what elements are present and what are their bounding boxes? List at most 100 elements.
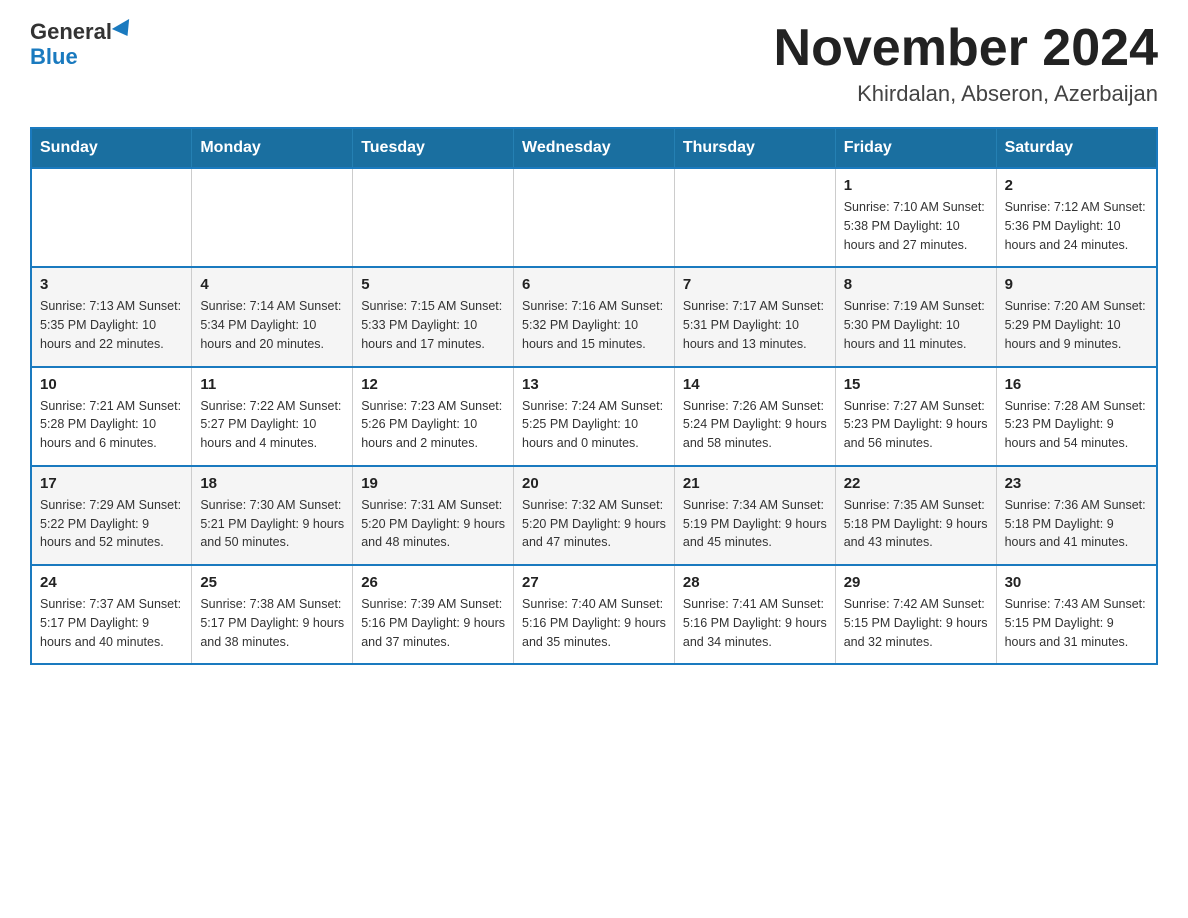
day-number: 11 [200,376,344,393]
calendar-cell: 25 Sunrise: 7:38 AM Sunset: 5:17 PM Dayli… [192,565,353,664]
calendar-cell: 12Sunrise: 7:23 AM Sunset: 5:26 PM Dayli… [353,367,514,466]
day-number: 21 [683,475,827,492]
week-row-5: 24 Sunrise: 7:37 AM Sunset: 5:17 PM Dayli… [31,565,1157,664]
calendar-cell: 28 Sunrise: 7:41 AM Sunset: 5:16 PM Dayli… [674,565,835,664]
day-number: 28 [683,574,827,591]
day-number: 15 [844,376,988,393]
day-info: Sunrise: 7:38 AM Sunset: 5:17 PM Dayligh… [200,595,344,651]
calendar-cell: 17 Sunrise: 7:29 AM Sunset: 5:22 PM Dayli… [31,466,192,565]
calendar-cell [31,168,192,267]
day-number: 22 [844,475,988,492]
day-info: Sunrise: 7:41 AM Sunset: 5:16 PM Dayligh… [683,595,827,651]
calendar-cell: 30Sunrise: 7:43 AM Sunset: 5:15 PM Dayli… [996,565,1157,664]
day-info: Sunrise: 7:26 AM Sunset: 5:24 PM Dayligh… [683,397,827,453]
calendar-cell: 19 Sunrise: 7:31 AM Sunset: 5:20 PM Dayli… [353,466,514,565]
subtitle: Khirdalan, Abseron, Azerbaijan [774,81,1158,107]
day-info: Sunrise: 7:34 AM Sunset: 5:19 PM Dayligh… [683,496,827,552]
day-info: Sunrise: 7:40 AM Sunset: 5:16 PM Dayligh… [522,595,666,651]
day-info: Sunrise: 7:31 AM Sunset: 5:20 PM Dayligh… [361,496,505,552]
header: General Blue November 2024 Khirdalan, Ab… [30,20,1158,107]
calendar-cell [192,168,353,267]
calendar-header: SundayMondayTuesdayWednesdayThursdayFrid… [31,128,1157,168]
calendar-cell: 3Sunrise: 7:13 AM Sunset: 5:35 PM Daylig… [31,267,192,366]
day-number: 29 [844,574,988,591]
logo-general: General [30,19,134,44]
header-day-tuesday: Tuesday [353,128,514,168]
day-number: 18 [200,475,344,492]
calendar-cell [353,168,514,267]
day-info: Sunrise: 7:35 AM Sunset: 5:18 PM Dayligh… [844,496,988,552]
calendar-cell: 5 Sunrise: 7:15 AM Sunset: 5:33 PM Daylig… [353,267,514,366]
day-number: 1 [844,177,988,194]
week-row-4: 17 Sunrise: 7:29 AM Sunset: 5:22 PM Dayli… [31,466,1157,565]
day-number: 17 [40,475,183,492]
day-info: Sunrise: 7:27 AM Sunset: 5:23 PM Dayligh… [844,397,988,453]
day-info: Sunrise: 7:16 AM Sunset: 5:32 PM Dayligh… [522,297,666,353]
day-info: Sunrise: 7:29 AM Sunset: 5:22 PM Dayligh… [40,496,183,552]
title-area: November 2024 Khirdalan, Abseron, Azerba… [774,20,1158,107]
calendar-cell: 22 Sunrise: 7:35 AM Sunset: 5:18 PM Dayli… [835,466,996,565]
day-number: 9 [1005,276,1148,293]
day-number: 5 [361,276,505,293]
logo-triangle-icon [112,19,136,41]
calendar-cell: 1Sunrise: 7:10 AM Sunset: 5:38 PM Daylig… [835,168,996,267]
header-day-sunday: Sunday [31,128,192,168]
day-number: 13 [522,376,666,393]
calendar-cell: 10Sunrise: 7:21 AM Sunset: 5:28 PM Dayli… [31,367,192,466]
calendar-cell: 26Sunrise: 7:39 AM Sunset: 5:16 PM Dayli… [353,565,514,664]
day-info: Sunrise: 7:32 AM Sunset: 5:20 PM Dayligh… [522,496,666,552]
calendar-cell: 4 Sunrise: 7:14 AM Sunset: 5:34 PM Daylig… [192,267,353,366]
calendar-cell: 13 Sunrise: 7:24 AM Sunset: 5:25 PM Dayli… [514,367,675,466]
day-number: 19 [361,475,505,492]
day-info: Sunrise: 7:17 AM Sunset: 5:31 PM Dayligh… [683,297,827,353]
header-day-monday: Monday [192,128,353,168]
day-info: Sunrise: 7:13 AM Sunset: 5:35 PM Dayligh… [40,297,183,353]
day-info: Sunrise: 7:14 AM Sunset: 5:34 PM Dayligh… [200,297,344,353]
header-day-saturday: Saturday [996,128,1157,168]
header-day-thursday: Thursday [674,128,835,168]
day-number: 25 [200,574,344,591]
day-info: Sunrise: 7:19 AM Sunset: 5:30 PM Dayligh… [844,297,988,353]
logo-area: General Blue [30,20,134,70]
header-day-wednesday: Wednesday [514,128,675,168]
day-info: Sunrise: 7:36 AM Sunset: 5:18 PM Dayligh… [1005,496,1148,552]
day-info: Sunrise: 7:37 AM Sunset: 5:17 PM Dayligh… [40,595,183,651]
logo: General [30,20,134,44]
calendar-cell: 7 Sunrise: 7:17 AM Sunset: 5:31 PM Daylig… [674,267,835,366]
calendar-cell: 16 Sunrise: 7:28 AM Sunset: 5:23 PM Dayli… [996,367,1157,466]
calendar-cell: 9 Sunrise: 7:20 AM Sunset: 5:29 PM Daylig… [996,267,1157,366]
day-number: 20 [522,475,666,492]
day-number: 7 [683,276,827,293]
week-row-1: 1Sunrise: 7:10 AM Sunset: 5:38 PM Daylig… [31,168,1157,267]
day-number: 2 [1005,177,1148,194]
calendar-body: 1Sunrise: 7:10 AM Sunset: 5:38 PM Daylig… [31,168,1157,664]
calendar-cell: 29Sunrise: 7:42 AM Sunset: 5:15 PM Dayli… [835,565,996,664]
day-number: 26 [361,574,505,591]
calendar-cell: 21 Sunrise: 7:34 AM Sunset: 5:19 PM Dayli… [674,466,835,565]
day-info: Sunrise: 7:15 AM Sunset: 5:33 PM Dayligh… [361,297,505,353]
calendar-cell: 27 Sunrise: 7:40 AM Sunset: 5:16 PM Dayli… [514,565,675,664]
calendar-cell: 14 Sunrise: 7:26 AM Sunset: 5:24 PM Dayli… [674,367,835,466]
day-info: Sunrise: 7:23 AM Sunset: 5:26 PM Dayligh… [361,397,505,453]
calendar-cell: 11Sunrise: 7:22 AM Sunset: 5:27 PM Dayli… [192,367,353,466]
calendar-cell: 6 Sunrise: 7:16 AM Sunset: 5:32 PM Daylig… [514,267,675,366]
day-info: Sunrise: 7:28 AM Sunset: 5:23 PM Dayligh… [1005,397,1148,453]
day-info: Sunrise: 7:24 AM Sunset: 5:25 PM Dayligh… [522,397,666,453]
day-number: 16 [1005,376,1148,393]
calendar-cell [674,168,835,267]
day-number: 27 [522,574,666,591]
day-number: 4 [200,276,344,293]
day-info: Sunrise: 7:12 AM Sunset: 5:36 PM Dayligh… [1005,198,1148,254]
logo-blue-text: Blue [30,44,78,70]
calendar-cell: 24 Sunrise: 7:37 AM Sunset: 5:17 PM Dayli… [31,565,192,664]
day-info: Sunrise: 7:21 AM Sunset: 5:28 PM Dayligh… [40,397,183,453]
calendar-cell [514,168,675,267]
day-number: 6 [522,276,666,293]
calendar-cell: 15 Sunrise: 7:27 AM Sunset: 5:23 PM Dayli… [835,367,996,466]
calendar-cell: 20 Sunrise: 7:32 AM Sunset: 5:20 PM Dayli… [514,466,675,565]
day-number: 14 [683,376,827,393]
day-info: Sunrise: 7:43 AM Sunset: 5:15 PM Dayligh… [1005,595,1148,651]
day-info: Sunrise: 7:20 AM Sunset: 5:29 PM Dayligh… [1005,297,1148,353]
main-title: November 2024 [774,20,1158,77]
day-number: 24 [40,574,183,591]
